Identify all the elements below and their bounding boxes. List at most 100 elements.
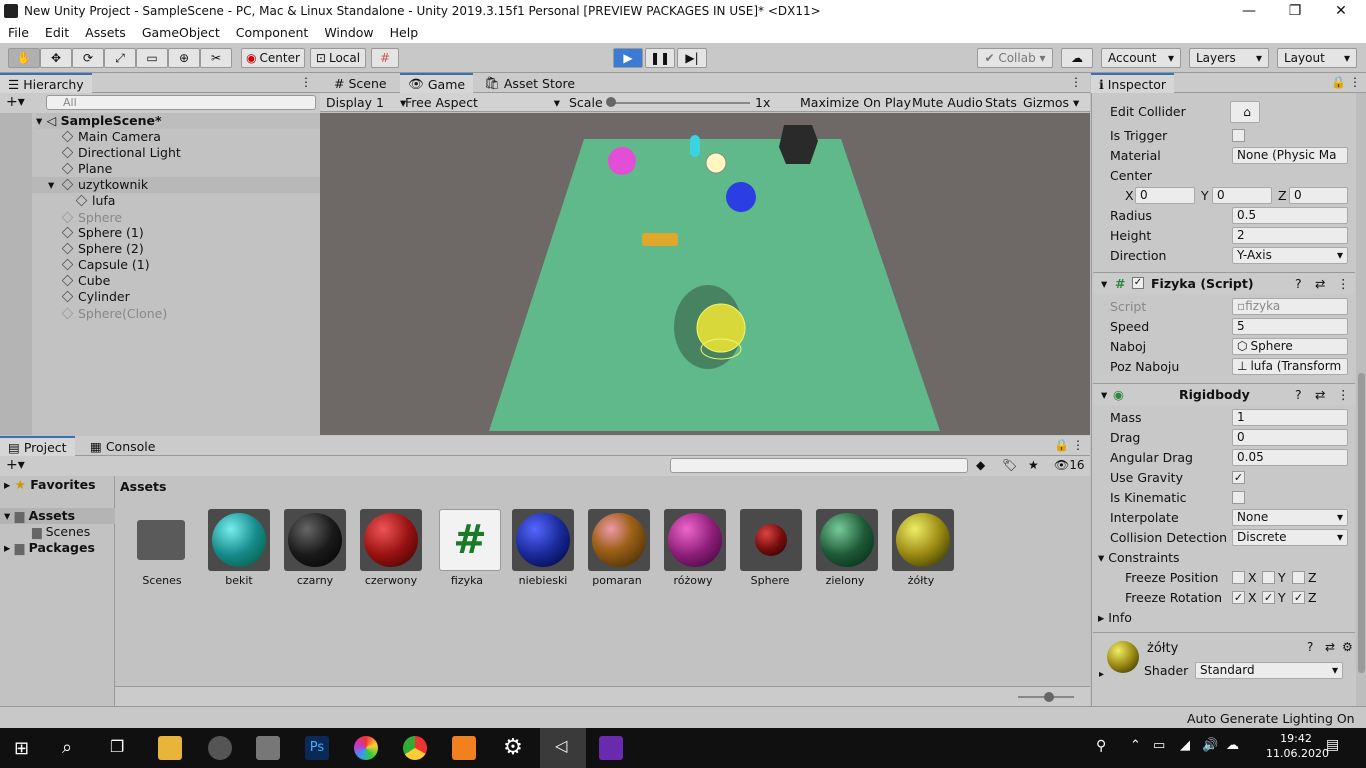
component-menu-icon[interactable]: ⋮ xyxy=(1337,387,1350,402)
center-x-field[interactable]: 0 xyxy=(1135,187,1195,204)
is-kinematic-checkbox[interactable] xyxy=(1232,491,1245,504)
play-button[interactable]: ▶ xyxy=(613,48,643,68)
stats-toggle[interactable]: Stats xyxy=(985,95,1017,110)
freeze-pos-z-checkbox[interactable] xyxy=(1292,571,1305,584)
aspect-dropdown[interactable]: Free Aspect ▾ xyxy=(405,95,560,110)
network-icon[interactable]: ◢ xyxy=(1180,738,1190,753)
material-thumbnail[interactable] xyxy=(512,509,574,571)
inspector-scrollbar[interactable] xyxy=(1358,373,1365,673)
pivot-local-button[interactable]: ⊡ Local xyxy=(310,48,366,68)
zoom-slider-handle[interactable] xyxy=(1044,692,1054,702)
presets-icon[interactable]: ⇄ xyxy=(1325,640,1335,654)
create-icon[interactable]: +▾ xyxy=(6,457,25,473)
help-icon[interactable]: ? xyxy=(1295,276,1302,291)
game-viewport[interactable] xyxy=(320,113,1090,435)
help-icon[interactable]: ? xyxy=(1295,387,1302,402)
rigidbody-header[interactable]: ▾ ◉ Rigidbody ? ⇄ ⋮ xyxy=(1093,383,1355,405)
scale-tool-icon[interactable]: ⤢ xyxy=(104,48,136,68)
lock-icon[interactable]: 🔒 xyxy=(1054,438,1069,452)
direction-dropdown[interactable]: Y-Axis ▾ xyxy=(1232,247,1348,264)
radius-field[interactable]: 0.5 xyxy=(1232,207,1348,224)
material-thumbnail[interactable] xyxy=(664,509,726,571)
panel-menu-icon[interactable]: ⋮ xyxy=(300,75,312,89)
pivot-center-button[interactable]: ◉ Center xyxy=(241,48,305,68)
list-item[interactable]: Capsule (1) xyxy=(61,257,150,273)
interpolate-dropdown[interactable]: None ▾ xyxy=(1232,509,1348,526)
scale-slider-handle[interactable] xyxy=(606,97,616,107)
favorite-icon[interactable]: ★ xyxy=(1028,458,1039,472)
expand-icon[interactable]: ▸ xyxy=(1099,669,1104,680)
menu-help[interactable]: Help xyxy=(382,25,427,40)
rect-tool-icon[interactable]: ▭ xyxy=(136,48,168,68)
step-button[interactable]: ▶| xyxy=(677,48,707,68)
tab-inspector[interactable]: ℹ Inspector xyxy=(1091,73,1175,93)
prefab-thumbnail[interactable] xyxy=(740,509,802,571)
account-dropdown[interactable]: Account ▾ xyxy=(1101,48,1181,68)
material-thumbnail[interactable] xyxy=(892,509,954,571)
list-item[interactable]: Sphere xyxy=(61,210,122,226)
help-icon[interactable]: ? xyxy=(1307,640,1313,654)
speed-field[interactable]: 5 xyxy=(1232,318,1348,335)
chrome-icon[interactable] xyxy=(403,736,427,760)
menu-file[interactable]: File xyxy=(0,25,37,40)
favorites-item[interactable]: ▸ ★ Favorites xyxy=(4,477,96,493)
clock-date[interactable]: 11.06.2020 xyxy=(1266,747,1329,760)
assets-item[interactable]: ▾ ▆ Assets xyxy=(0,508,115,524)
script-enabled-checkbox[interactable]: ✓ xyxy=(1132,277,1144,289)
packages-item[interactable]: ▸ ▆ Packages xyxy=(4,540,95,556)
use-gravity-checkbox[interactable]: ✓ xyxy=(1232,471,1245,484)
poz-naboju-field[interactable]: ⊥ lufa (Transform xyxy=(1232,358,1348,375)
list-item[interactable]: Cylinder xyxy=(61,289,130,305)
edit-collider-button[interactable]: ⌂ xyxy=(1230,101,1260,123)
rotate-tool-icon[interactable]: ⟳ xyxy=(72,48,104,68)
freeze-rot-x-checkbox[interactable]: ✓ xyxy=(1232,591,1245,604)
gizmos-dropdown[interactable]: Gizmos ▾ xyxy=(1023,95,1079,110)
list-item[interactable]: Cube xyxy=(61,273,110,289)
layout-dropdown[interactable]: Layout ▾ xyxy=(1277,48,1357,68)
script-file-icon[interactable]: # xyxy=(439,509,501,571)
file-explorer-icon[interactable] xyxy=(158,736,182,760)
collision-detection-dropdown[interactable]: Discrete ▾ xyxy=(1232,529,1348,546)
collab-button[interactable]: ✔ Collab ▾ xyxy=(977,48,1053,68)
minimize-button[interactable]: — xyxy=(1226,0,1272,22)
color-app-icon[interactable] xyxy=(354,736,378,760)
snap-grid-icon[interactable]: # xyxy=(371,48,399,68)
tab-asset-store[interactable]: 🛍 Asset Store xyxy=(476,73,583,93)
info-foldout[interactable]: ▸ Info xyxy=(1098,610,1132,625)
filter-type-icon[interactable]: ◆ xyxy=(976,458,985,472)
custom-tool-icon[interactable]: ✂ xyxy=(200,48,232,68)
list-item-selected[interactable]: ▾ uzytkownik xyxy=(32,177,320,193)
scenes-item[interactable]: ▆ Scenes xyxy=(32,524,90,540)
freeze-rot-z-checkbox[interactable]: ✓ xyxy=(1292,591,1305,604)
add-icon[interactable]: +▾ xyxy=(6,94,25,110)
project-search-input[interactable] xyxy=(670,458,968,473)
gear-icon[interactable]: ⚙ xyxy=(1342,640,1353,654)
material-thumbnail[interactable] xyxy=(588,509,650,571)
tab-scene[interactable]: # Scene xyxy=(326,73,395,93)
task-view-icon[interactable]: ❐ xyxy=(110,737,124,756)
layers-dropdown[interactable]: Layers ▾ xyxy=(1189,48,1269,68)
list-item[interactable]: Sphere (2) xyxy=(61,241,144,257)
display-dropdown[interactable]: Display 1 ▾ xyxy=(326,95,406,110)
mute-audio-toggle[interactable]: Mute Audio xyxy=(912,95,983,110)
material-field[interactable]: None (Physic Ma xyxy=(1232,147,1348,164)
search-icon[interactable]: ⌕ xyxy=(62,737,72,758)
pause-button[interactable]: ❚❚ xyxy=(645,48,675,68)
freeze-pos-y-checkbox[interactable] xyxy=(1262,571,1275,584)
height-field[interactable]: 2 xyxy=(1232,227,1348,244)
volume-icon[interactable]: 🔊 xyxy=(1202,738,1218,753)
lock-icon[interactable]: 🔒 xyxy=(1331,75,1346,89)
is-trigger-checkbox[interactable] xyxy=(1232,129,1245,142)
presets-icon[interactable]: ⇄ xyxy=(1315,276,1325,291)
menu-component[interactable]: Component xyxy=(228,25,317,40)
hierarchy-search-input[interactable]: All xyxy=(46,95,316,110)
people-icon[interactable]: ⚲ xyxy=(1096,738,1106,754)
material-thumbnail[interactable] xyxy=(284,509,346,571)
menu-assets[interactable]: Assets xyxy=(77,25,134,40)
settings-gear-icon[interactable]: ⚙ xyxy=(501,736,525,760)
tab-game[interactable]: 👁 Game xyxy=(400,73,474,93)
app-icon[interactable] xyxy=(452,736,476,760)
freeze-rot-y-checkbox[interactable]: ✓ xyxy=(1262,591,1275,604)
cloud-icon[interactable]: ☁ xyxy=(1226,738,1239,753)
restore-button[interactable]: ❐ xyxy=(1272,0,1318,22)
